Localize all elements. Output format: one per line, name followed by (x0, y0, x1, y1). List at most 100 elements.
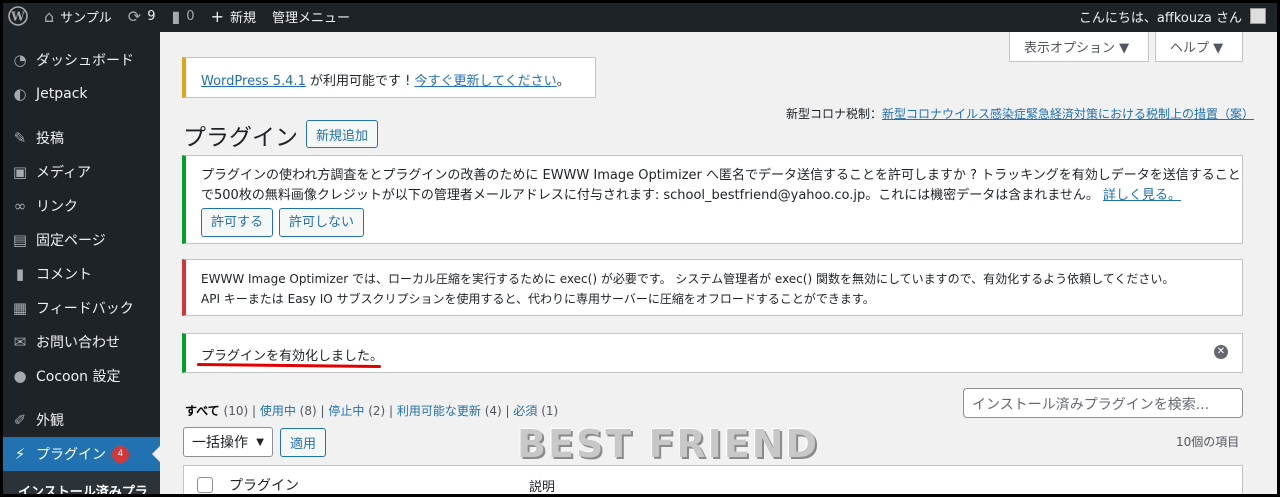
updates-link[interactable]: ⟳ 9 (120, 0, 164, 32)
menu-label: 外観 (36, 413, 64, 429)
learn-more-link[interactable]: 詳しく見る。 (1103, 188, 1181, 203)
menu-label: お問い合わせ (36, 335, 120, 351)
wordpress-logo[interactable]: W (0, 0, 36, 32)
filter-inactive[interactable]: 停止中 (328, 404, 364, 418)
comment-icon: ▮ (15, 265, 25, 283)
menu-cocoon[interactable]: ● Cocoon 設定 (0, 359, 160, 393)
column-description: 説明 (529, 479, 556, 495)
ewww-tracking-notice: プラグインの使われ方調査をとプラグインの改善のために EWWW Image Op… (182, 155, 1243, 244)
media-icon: ▣ (12, 163, 28, 181)
filter-inactive-count: (2) (368, 404, 386, 418)
plugins-table-header: プラグイン 説明 (183, 465, 1243, 497)
tracking-text-line2: で500枚の無料画像クレジットが以下の管理者メールアドレスに付与されます: sc… (201, 188, 1099, 203)
bulk-action-select[interactable]: 一括操作 ▼ (183, 427, 273, 457)
admin-menu-link[interactable]: 管理メニュー (264, 0, 358, 32)
bulk-action-value: 一括操作 (192, 435, 248, 451)
admin-bar: W ⌂ サンプル ⟳ 9 ▮ 0 + 新規 管理メニュー こんにちは、affko… (0, 0, 1280, 32)
menu-jetpack[interactable]: ◐ Jetpack (0, 77, 160, 111)
filter-all[interactable]: すべて (185, 404, 220, 418)
cocoon-icon: ● (13, 367, 27, 385)
new-content-link[interactable]: + 新規 (203, 0, 264, 32)
menu-label: コメント (36, 267, 92, 283)
updates-count: 9 (147, 8, 156, 24)
activated-text: プラグインを有効化しました。 (201, 349, 384, 364)
comment-bubble-icon: ▮ (171, 6, 181, 26)
jetpack-icon: ◐ (13, 85, 27, 103)
menu-label: ダッシュボード (36, 53, 134, 69)
new-label: 新規 (229, 10, 256, 26)
feedback-icon: ▦ (12, 299, 28, 317)
dismiss-icon[interactable]: ✕ (1214, 345, 1228, 359)
apply-button[interactable]: 適用 (280, 428, 327, 457)
comments-link[interactable]: ▮ 0 (163, 0, 202, 32)
admin-menu-label: 管理メニュー (271, 10, 350, 26)
watermark: BEST FRIEND (517, 422, 820, 466)
svg-text:W: W (10, 10, 25, 24)
filter-required-count: (1) (541, 404, 559, 418)
home-icon: ⌂ (44, 6, 55, 26)
help-button[interactable]: ヘルプ ▼ (1155, 32, 1243, 62)
site-name-link[interactable]: ⌂ サンプル (36, 0, 120, 32)
tracking-text-line2-wrap: で500枚の無料画像クレジットが以下の管理者メールアドレスに付与されます: sc… (201, 186, 1230, 206)
submenu-installed-plugins[interactable]: インストール済みプラ (0, 471, 160, 497)
plugin-icon: ⚡ (14, 445, 26, 463)
my-account-link[interactable]: こんにちは、affkouza さん (1071, 0, 1280, 32)
filter-all-count: (10) (223, 404, 249, 418)
menu-dashboard[interactable]: ◔ ダッシュボード (0, 43, 160, 77)
allow-tracking-button[interactable]: 許可する (201, 208, 274, 237)
select-all-checkbox[interactable] (197, 477, 213, 493)
comments-count: 0 (186, 8, 195, 24)
menu-label: 投稿 (36, 131, 64, 147)
wordpress-version-link[interactable]: WordPress 5.4.1 (201, 74, 306, 89)
menu-posts[interactable]: ✎ 投稿 (0, 121, 160, 155)
menu-media[interactable]: ▣ メディア (0, 155, 160, 189)
chevron-down-icon: ▼ (256, 436, 264, 448)
menu-label: 固定ページ (36, 233, 106, 249)
menu-label: Jetpack (36, 86, 88, 102)
menu-contact[interactable]: ✉ お問い合わせ (0, 325, 160, 359)
filter-active[interactable]: 使用中 (260, 404, 296, 418)
pin-icon: ✎ (13, 129, 27, 147)
filter-required[interactable]: 必須 (513, 404, 537, 418)
menu-label: リンク (36, 199, 78, 215)
tracking-actions: 許可する 許可しない (201, 208, 1230, 237)
ewww-exec-notice: EWWW Image Optimizer では、ローカル圧縮を実行するために e… (182, 259, 1243, 316)
update-suffix: 。 (556, 74, 570, 89)
menu-appearance[interactable]: ✐ 外観 (0, 403, 160, 437)
tracking-text-line1: プラグインの使われ方調査をとプラグインの改善のために EWWW Image Op… (201, 168, 1241, 183)
dashboard-icon: ◔ (13, 51, 27, 69)
menu-comments[interactable]: ▮ コメント (0, 257, 160, 291)
update-text: が利用可能です ! (305, 74, 415, 89)
menu-label: Cocoon 設定 (36, 369, 121, 385)
exec-text-line1: EWWW Image Optimizer では、ローカル圧縮を実行するために e… (201, 272, 1175, 286)
covid-prefix: 新型コロナ税制： (786, 107, 883, 121)
page-title: プラグイン (183, 125, 298, 151)
menu-pages[interactable]: ▤ 固定ページ (0, 223, 160, 257)
menu-label: フィードバック (36, 301, 134, 317)
plugin-status-filters: すべて (10) | 使用中 (8) | 停止中 (2) | 利用可能な更新 (… (185, 404, 559, 418)
menu-plugins[interactable]: ⚡ プラグイン 4 (0, 437, 160, 471)
site-name: サンプル (60, 10, 112, 26)
plugin-search-input[interactable]: インストール済みプラグインを検索... (963, 388, 1243, 418)
deny-tracking-button[interactable]: 許可しない (279, 208, 365, 237)
menu-links[interactable]: ∞ リンク (0, 189, 160, 223)
link-icon: ∞ (13, 197, 27, 215)
mail-icon: ✉ (13, 333, 27, 351)
admin-sidebar: ◔ ダッシュボード ◐ Jetpack ✎ 投稿 ▣ メディア ∞ リンク ▤ 固定ページ … (0, 32, 160, 497)
update-now-link[interactable]: 今すぐ更新してください (414, 74, 556, 89)
column-plugin: プラグイン (229, 478, 299, 494)
add-new-button[interactable]: 新規追加 (306, 120, 379, 148)
plus-icon: + (210, 6, 224, 26)
menu-label: メディア (36, 165, 92, 181)
filter-updates-count: (4) (484, 404, 502, 418)
menu-feedback[interactable]: ▦ フィードバック (0, 291, 160, 325)
update-notice: WordPress 5.4.1 が利用可能です ! 今すぐ更新してください。 (182, 57, 596, 98)
greeting: こんにちは、affkouza さん (1078, 10, 1242, 26)
filter-active-count: (8) (299, 404, 317, 418)
screen-options-button[interactable]: 表示オプション ▼ (1009, 32, 1149, 62)
covid-tax-notice: 新型コロナ税制：新型コロナウイルス感染症緊急経済対策における税制上の措置（案） (786, 105, 1254, 122)
menu-label: プラグイン (36, 447, 106, 463)
filter-updates[interactable]: 利用可能な更新 (397, 404, 481, 418)
brush-icon: ✐ (13, 411, 27, 429)
covid-link[interactable]: 新型コロナウイルス感染症緊急経済対策における税制上の措置（案） (882, 107, 1254, 121)
